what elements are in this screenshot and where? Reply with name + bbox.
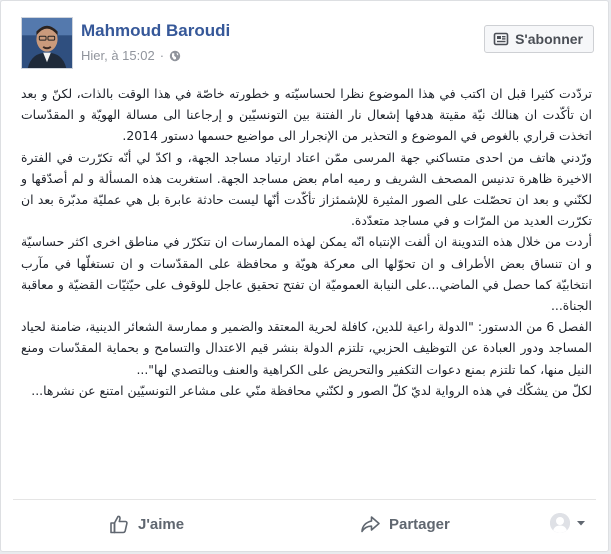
actions-divider [13, 499, 596, 500]
share-button[interactable]: Partager [359, 507, 450, 541]
post-paragraph-5: لكلّ من يشكّك في هذه الرواية لديّ كلّ ال… [31, 382, 592, 398]
author-avatar[interactable] [21, 17, 73, 69]
post-meta: Hier, à 15:02 · [81, 48, 181, 63]
caret-down-icon [577, 521, 585, 526]
post-paragraph-1: تردّدت كثيرا قبل ان اكتب في هذا الموضوع … [21, 86, 592, 144]
like-button[interactable]: J'aime [108, 507, 184, 541]
post-timestamp[interactable]: Hier, à 15:02 [81, 48, 155, 63]
like-label: J'aime [138, 515, 185, 533]
subscribe-icon [493, 32, 509, 46]
subscribe-button[interactable]: S'abonner [484, 25, 594, 53]
post-paragraph-3: أردت من خلال هذه التدوينة ان ألفت الإنتب… [21, 234, 592, 314]
author-photo-icon [22, 18, 72, 68]
post-actions-bar: J'aime Partager [1, 501, 608, 547]
thumbs-up-icon [110, 515, 128, 534]
post-paragraph-2: ورّدني هاتف من احدى متساكني جهة المرسى م… [21, 149, 592, 229]
globe-icon[interactable] [169, 50, 181, 62]
author-name[interactable]: Mahmoud Baroudi [81, 21, 230, 41]
post-body: تردّدت كثيرا قبل ان اكتب في هذا الموضوع … [21, 83, 592, 401]
share-label: Partager [389, 515, 450, 533]
post-paragraph-4: الفصل 6 من الدستور: "الدولة راعية للدين،… [21, 319, 592, 377]
viewer-selector[interactable] [550, 513, 586, 533]
share-arrow-icon [361, 516, 380, 533]
meta-separator: · [159, 48, 165, 63]
post-card: Mahmoud Baroudi Hier, à 15:02 · S'abonne… [0, 0, 609, 552]
subscribe-label: S'abonner [515, 31, 583, 47]
post-header: Mahmoud Baroudi Hier, à 15:02 · S'abonne… [15, 13, 594, 71]
user-avatar-icon [550, 513, 570, 533]
